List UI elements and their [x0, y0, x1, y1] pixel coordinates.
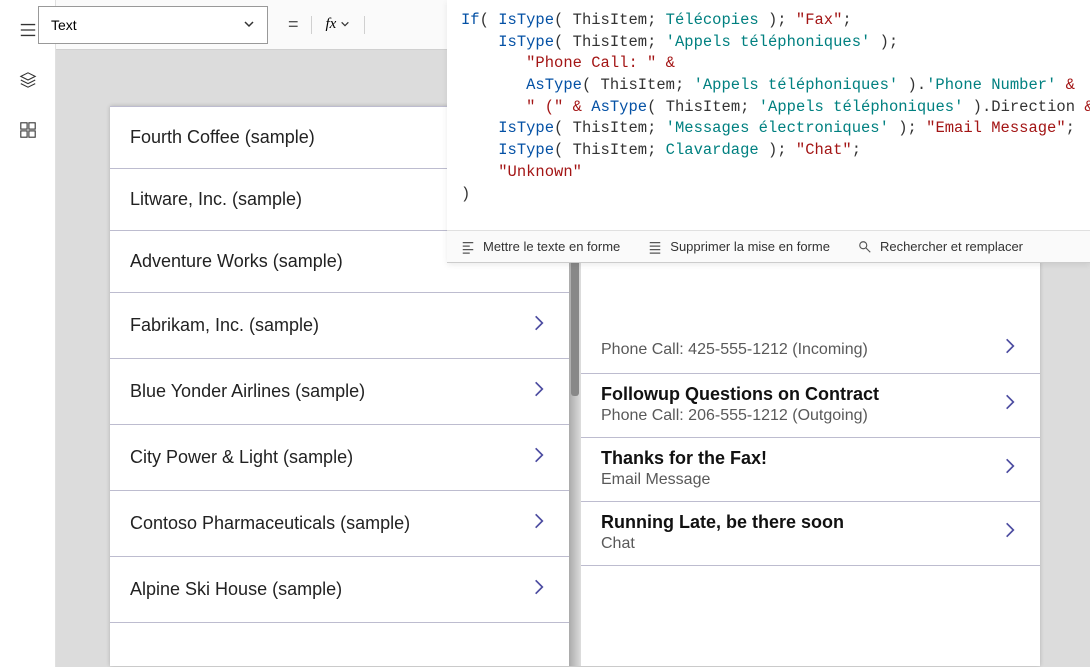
list-item-label: City Power & Light (sample) [130, 447, 353, 468]
activity-subtitle: Email Message [601, 471, 767, 489]
chevron-down-icon [340, 16, 350, 34]
property-dropdown-label: Text [51, 17, 77, 33]
activity-title: Running Late, be there soon [601, 512, 844, 533]
activity-title: Thanks for the Fax! [601, 448, 767, 469]
chevron-right-icon [1000, 336, 1020, 361]
hamburger-icon[interactable] [18, 20, 38, 40]
property-dropdown[interactable]: Text [38, 6, 268, 44]
activity-subtitle: Phone Call: 206-555-1212 (Outgoing) [601, 407, 879, 425]
list-item-label: Adventure Works (sample) [130, 251, 343, 272]
list-item[interactable]: Followup Questions on Contract Phone Call… [581, 374, 1040, 438]
chevron-right-icon [529, 445, 549, 470]
list-item-label: Litware, Inc. (sample) [130, 189, 302, 210]
activity-subtitle: Chat [601, 535, 844, 553]
list-item[interactable]: Alpine Ski House (sample) [110, 557, 569, 623]
formula-overlay: If( IsType( ThisItem; Télécopies ); "Fax… [447, 0, 1090, 263]
activity-title: Followup Questions on Contract [601, 384, 879, 405]
formula-toolbar: Mettre le texte en forme Supprimer la mi… [447, 230, 1090, 262]
list-item-label: Fabrikam, Inc. (sample) [130, 315, 319, 336]
list-item[interactable]: City Power & Light (sample) [110, 425, 569, 491]
chevron-right-icon [529, 511, 549, 536]
fx-label: fx [326, 16, 337, 33]
remove-format-button[interactable]: Supprimer la mise en forme [648, 239, 830, 254]
layers-icon[interactable] [18, 70, 38, 90]
chevron-right-icon [1000, 520, 1020, 545]
chevron-right-icon [529, 379, 549, 404]
list-item[interactable]: Blue Yonder Airlines (sample) [110, 359, 569, 425]
fx-button[interactable]: fx [311, 16, 366, 34]
chevron-right-icon [1000, 456, 1020, 481]
grid-icon[interactable] [18, 120, 38, 140]
format-text-label: Mettre le texte en forme [483, 239, 620, 254]
list-item[interactable]: Fabrikam, Inc. (sample) [110, 293, 569, 359]
chevron-right-icon [529, 313, 549, 338]
formula-editor[interactable]: If( IsType( ThisItem; Télécopies ); "Fax… [447, 0, 1090, 230]
chevron-right-icon [529, 577, 549, 602]
list-item[interactable]: Phone Call: 425-555-1212 (Incoming) [581, 336, 1040, 374]
list-item-label: Contoso Pharmaceuticals (sample) [130, 513, 410, 534]
find-replace-button[interactable]: Rechercher et remplacer [858, 239, 1023, 254]
chevron-down-icon [243, 17, 255, 33]
list-item-label: Alpine Ski House (sample) [130, 579, 342, 600]
list-item[interactable]: Contoso Pharmaceuticals (sample) [110, 491, 569, 557]
activity-subtitle: Phone Call: 425-555-1212 (Incoming) [601, 341, 868, 359]
find-replace-label: Rechercher et remplacer [880, 239, 1023, 254]
remove-format-label: Supprimer la mise en forme [670, 239, 830, 254]
chevron-right-icon [1000, 392, 1020, 417]
list-item[interactable]: Thanks for the Fax! Email Message [581, 438, 1040, 502]
list-item[interactable]: Running Late, be there soon Chat [581, 502, 1040, 566]
list-item-label: Fourth Coffee (sample) [130, 127, 315, 148]
list-item-label: Blue Yonder Airlines (sample) [130, 381, 365, 402]
format-text-button[interactable]: Mettre le texte en forme [461, 239, 620, 254]
left-rail [0, 0, 56, 667]
equals-sign: = [288, 14, 299, 35]
